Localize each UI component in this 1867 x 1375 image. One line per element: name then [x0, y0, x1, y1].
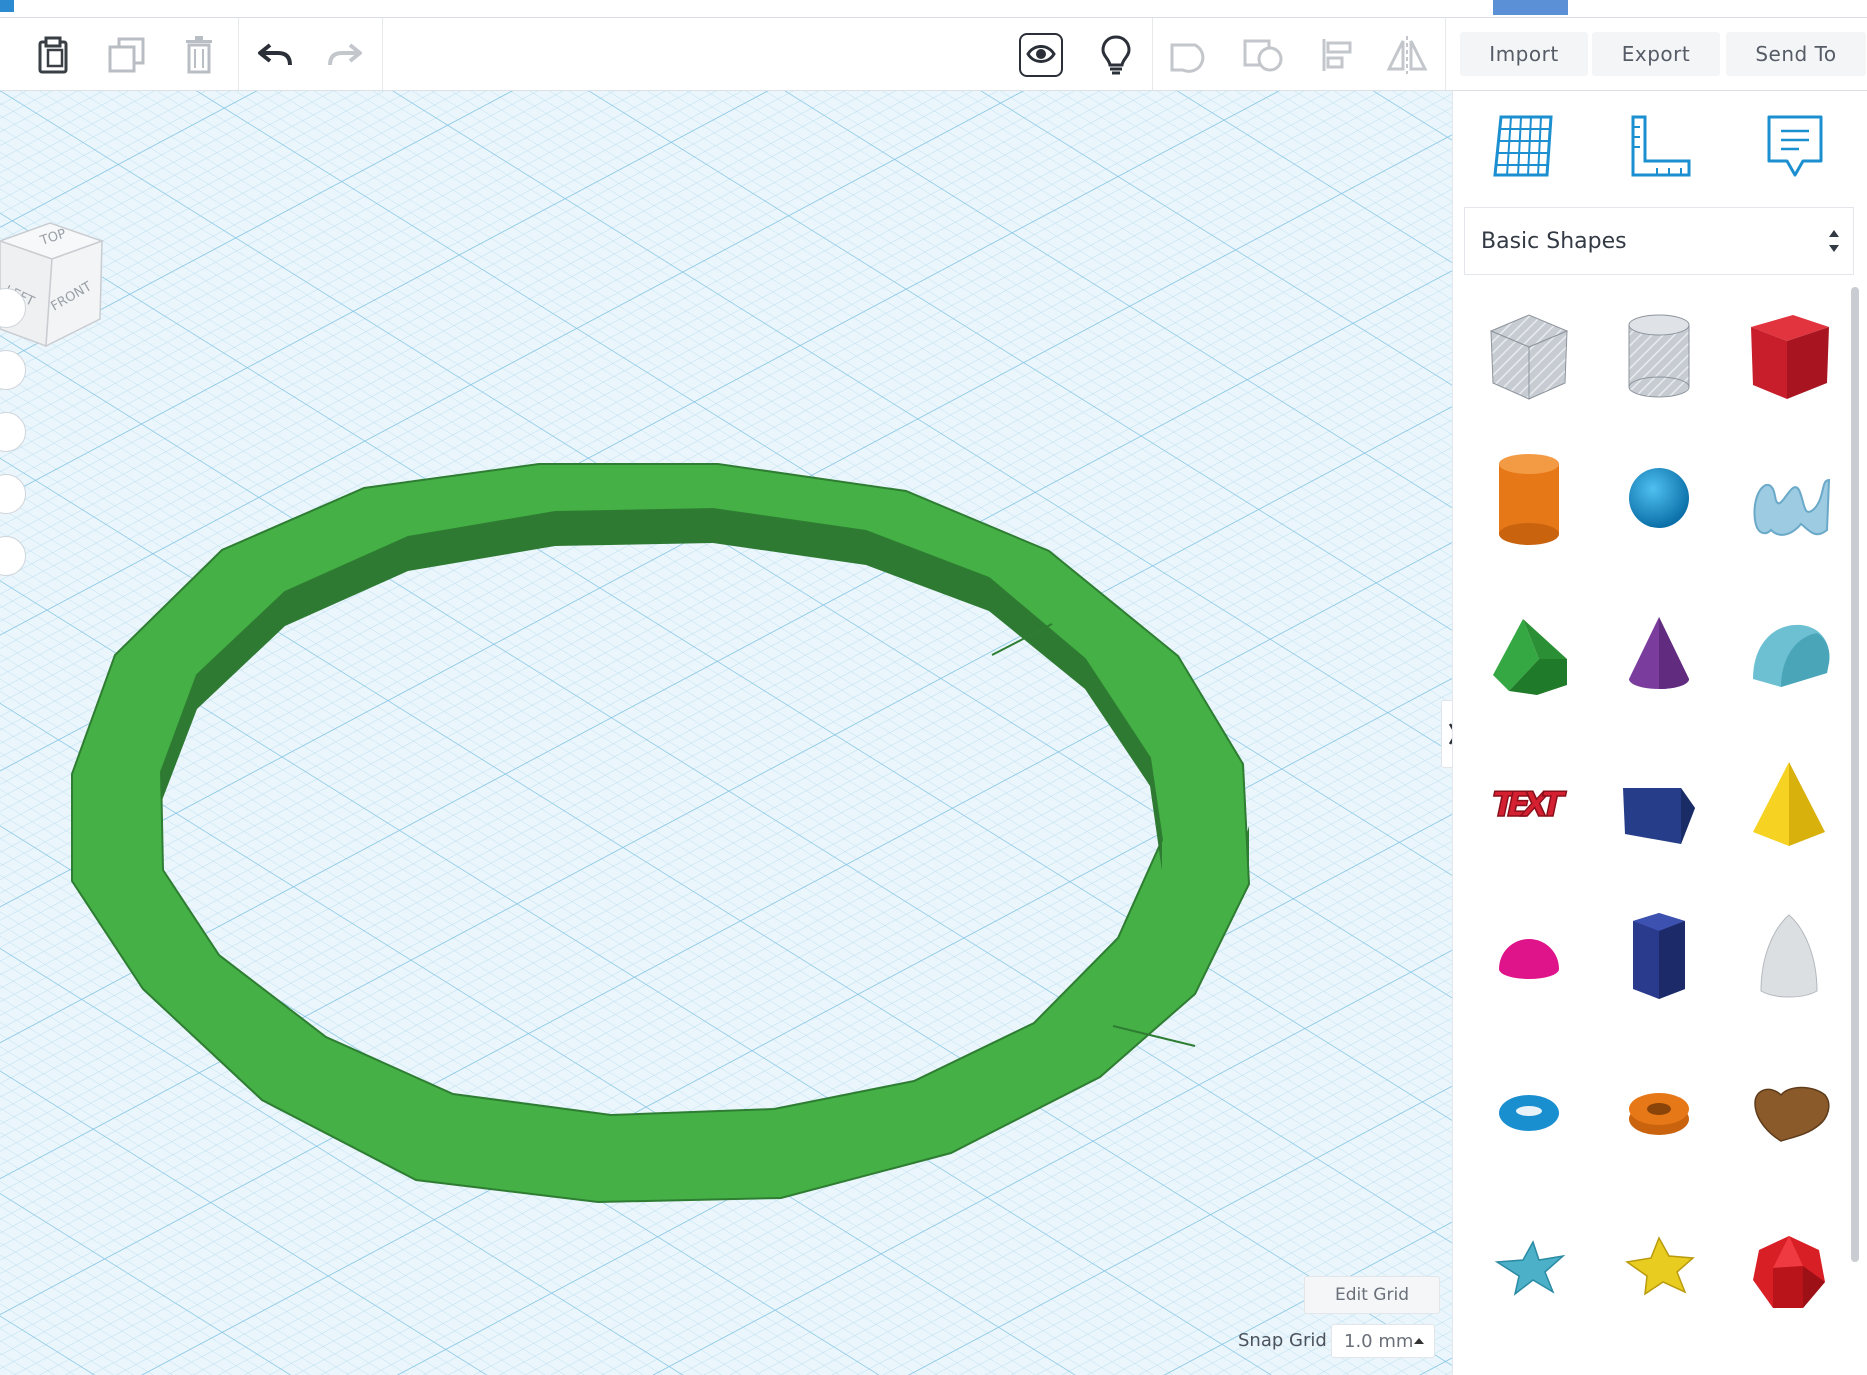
shape-scribble[interactable] [1741, 450, 1837, 550]
export-button[interactable]: Export [1592, 32, 1720, 76]
group-icon[interactable] [1166, 32, 1212, 78]
shape-roof[interactable] [1481, 603, 1577, 703]
shapes-scrollbar[interactable] [1851, 287, 1859, 1262]
workplane-grid-icon[interactable] [1487, 111, 1559, 185]
paste-icon[interactable] [30, 32, 76, 78]
shape-category-select[interactable]: Basic Shapes [1464, 207, 1854, 275]
shape-cone[interactable] [1611, 603, 1707, 703]
shape-round-roof[interactable] [1741, 603, 1837, 703]
workplane-grid [0, 91, 1452, 1375]
import-button[interactable]: Import [1460, 32, 1588, 76]
duplicate-icon[interactable] [104, 32, 150, 78]
shape-cylinder[interactable] [1481, 450, 1577, 550]
snap-grid-select[interactable]: 1.0 mm [1331, 1324, 1435, 1358]
redo-icon[interactable] [322, 32, 368, 78]
shape-wedge[interactable] [1611, 752, 1707, 852]
shape-star-six[interactable] [1611, 1222, 1707, 1322]
workplane-viewport[interactable]: TOP LEFT FRONT [0, 91, 1452, 1375]
ruler-icon[interactable] [1623, 111, 1695, 185]
shape-polygon[interactable] [1611, 905, 1707, 1005]
ungroup-icon[interactable] [1240, 32, 1286, 78]
align-icon[interactable] [1314, 32, 1360, 78]
shape-torus[interactable] [1481, 1063, 1577, 1163]
shape-paraboloid[interactable] [1741, 905, 1837, 1005]
shape-tube[interactable] [1611, 1063, 1707, 1163]
caret-up-icon [1414, 1338, 1424, 1344]
shape-star[interactable] [1481, 1222, 1577, 1322]
undo-icon[interactable] [252, 32, 298, 78]
shape-cylinder-hole[interactable] [1611, 307, 1707, 407]
shape-half-sphere[interactable] [1481, 905, 1577, 1005]
shape-sphere[interactable] [1611, 450, 1707, 550]
view-cube[interactable]: TOP LEFT FRONT [0, 211, 110, 355]
shape-heart[interactable] [1741, 1063, 1837, 1163]
shape-box-hole[interactable] [1481, 307, 1577, 407]
snap-grid-value: 1.0 mm [1344, 1330, 1414, 1352]
shapes-panel [1452, 91, 1867, 1375]
app-logo [0, 0, 14, 12]
shape-text[interactable]: TEXT [1481, 752, 1577, 852]
top-header-strip [0, 0, 1867, 18]
shape-box[interactable] [1741, 307, 1837, 407]
lightbulb-icon[interactable] [1093, 32, 1139, 78]
shape-pyramid[interactable] [1741, 752, 1837, 852]
mirror-icon[interactable] [1384, 32, 1430, 78]
select-arrows-icon [1829, 230, 1839, 252]
notes-icon[interactable] [1759, 111, 1831, 185]
send-to-button[interactable]: Send To [1726, 32, 1866, 76]
delete-icon[interactable] [176, 32, 222, 78]
active-header-tab[interactable] [1493, 0, 1568, 15]
shape-category-value: Basic Shapes [1481, 229, 1627, 254]
toolbar: Import Export Send To [0, 18, 1867, 91]
shape-icosahedron[interactable] [1741, 1222, 1837, 1322]
snap-grid-label: Snap Grid [1238, 1330, 1327, 1351]
text-shape-glyph: TEXT [1488, 785, 1569, 825]
edit-grid-button[interactable]: Edit Grid [1304, 1276, 1440, 1314]
show-hide-icon[interactable] [1019, 33, 1063, 77]
